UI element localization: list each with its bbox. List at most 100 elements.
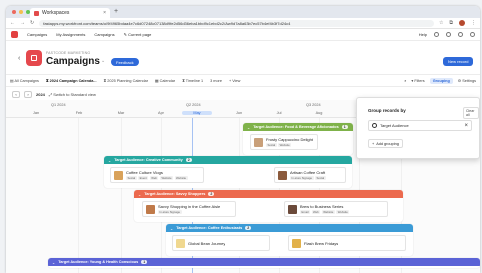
url-field[interactable]: fastapps.my.workfront.com/teams/o/9f4965…	[39, 19, 434, 27]
forward-nav-icon[interactable]: →	[20, 20, 25, 26]
channel-tag: Email	[300, 210, 310, 215]
group-label: Target Audience: Young & Health Consciou…	[58, 260, 139, 264]
group-header[interactable]: ⌄ Target Audience: Food & Beverage Afici…	[243, 123, 353, 131]
filters-button[interactable]: ▾ Filters	[411, 78, 424, 83]
record-card[interactable]: Brew to Business Series Email Web Website W…	[284, 201, 388, 217]
add-view-button[interactable]: + View	[229, 79, 240, 83]
view-tab-2024-calendar[interactable]: ⧗ 2024 Campaign Calenda...	[46, 79, 97, 83]
clear-all-button[interactable]: Clear all	[463, 107, 479, 119]
month-label: Feb	[75, 111, 83, 115]
previous-year-button[interactable]: ‹	[12, 90, 20, 98]
back-chevron-icon[interactable]: ‹	[18, 55, 20, 62]
next-year-button[interactable]: ›	[24, 90, 32, 98]
remove-grouping-icon[interactable]: ×	[464, 123, 468, 129]
collapse-chevron-icon[interactable]: ⌄	[52, 260, 55, 265]
window-controls	[12, 10, 30, 14]
collapse-chevron-icon[interactable]: ⌄	[108, 158, 111, 163]
page-title: Campaigns	[46, 56, 100, 67]
collapse-chevron-icon[interactable]: ⌄	[170, 226, 173, 231]
collapse-chevron-icon[interactable]: ⌄	[138, 192, 141, 197]
quarter-label: Q3 2024	[306, 103, 321, 107]
notifications-icon[interactable]	[446, 32, 451, 37]
group-label: Target Audience: Coffee Enthusiasts	[176, 226, 243, 230]
add-grouping-button[interactable]: + Add grouping	[368, 139, 403, 148]
switch-view-link[interactable]: ⤢ Switch to Standard view	[49, 92, 96, 97]
settings-button[interactable]: ⚙ Settings	[458, 78, 476, 83]
month-label: Aug	[315, 111, 323, 115]
nav-item-campaigns-2[interactable]: Campaigns	[94, 32, 114, 37]
nav-item-my-assignments[interactable]: My Assignments	[56, 32, 85, 37]
collapse-chevron-icon[interactable]: ⌄	[247, 125, 250, 130]
group-label: Target Audience: Food & Beverage Aficion…	[253, 125, 339, 129]
feedback-button[interactable]: Feedback	[111, 58, 139, 66]
record-card[interactable]: Frosty Cappuccino Delight Social Website	[250, 134, 318, 150]
view-tab-calendar[interactable]: ▦ Calendar	[155, 78, 175, 83]
campaign-icon	[26, 50, 42, 66]
group-header[interactable]: ⌄ Target Audience: Coffee Enthusiasts 2	[166, 224, 413, 232]
close-window-dot[interactable]	[12, 10, 16, 14]
bookmark-star-icon[interactable]: ☆	[439, 20, 443, 26]
minimize-window-dot[interactable]	[19, 10, 23, 14]
record-card[interactable]: Artisan Coffee Craft In-store Signage Soc…	[274, 167, 346, 183]
channel-tag: In-store Signage	[158, 210, 182, 215]
record-thumbnail	[288, 204, 297, 214]
user-menu-icon[interactable]	[470, 32, 475, 37]
record-card[interactable]: Savvy Shopping in the Coffee Aisle In-st…	[142, 201, 236, 217]
reload-icon[interactable]: ↻	[30, 20, 34, 26]
grouping-button[interactable]: Grouping	[429, 77, 453, 84]
month-label: Apr	[158, 111, 164, 115]
view-tab-2025-planning[interactable]: ⧗ 2025 Planning Calendar	[104, 79, 148, 83]
grouping-field-row[interactable]: Target Audience ×	[368, 120, 472, 131]
channel-tag: Web	[149, 176, 159, 181]
browser-tab[interactable]: Workspaces ×	[30, 8, 110, 18]
record-card[interactable]: Global Bean Journey	[172, 235, 270, 251]
grouping-field-label: Target Audience	[380, 123, 409, 128]
nav-item-campaigns[interactable]: Campaigns	[27, 32, 47, 37]
timeline-group[interactable]: ⌄ Target Audience: Savvy Shoppers 2 Savv…	[134, 190, 403, 222]
group-header[interactable]: ⌄ Target Audience: Savvy Shoppers 2	[134, 190, 403, 198]
view-tab-all-campaigns[interactable]: ▤ All Campaigns	[10, 78, 39, 83]
view-tab-timeline-1[interactable]: ⧗ Timeline 1	[182, 79, 203, 83]
field-type-icon	[372, 123, 377, 128]
record-thumbnail	[278, 170, 287, 180]
help-link[interactable]: Help	[419, 32, 427, 37]
new-tab-icon[interactable]: +	[114, 8, 118, 15]
add-grouping-label: Add grouping	[376, 141, 399, 146]
quarter-label: Q2 2024	[186, 103, 201, 107]
workfront-logo[interactable]	[11, 31, 18, 38]
month-label: Mar	[117, 111, 125, 115]
nav-item-current-page[interactable]: ✎ Current page	[124, 32, 152, 37]
record-card[interactable]: Flash Brew Fridays	[288, 235, 406, 251]
channel-tag: Website	[159, 176, 174, 181]
current-month-label: May	[182, 111, 212, 115]
search-views-icon[interactable]: ⌕	[404, 79, 406, 83]
timeline-group[interactable]: ⌄ Target Audience: Creative Community 2 …	[104, 156, 352, 188]
breadcrumb[interactable]: FASTCODE MARKETING	[46, 51, 90, 55]
month-label: Jun	[235, 111, 243, 115]
workfront-favicon-icon	[34, 10, 39, 16]
new-record-button[interactable]: New record	[443, 57, 474, 66]
timeline-group[interactable]: ⌄ Target Audience: Coffee Enthusiasts 2 …	[166, 224, 413, 256]
favorite-star-icon[interactable]: ⌄	[101, 58, 105, 64]
group-header[interactable]: ⌄ Target Audience: Creative Community 2	[104, 156, 352, 164]
browser-menu-icon[interactable]: ⋮	[471, 20, 476, 26]
group-header[interactable]: ⌄ Target Audience: Young & Health Consci…	[48, 258, 480, 266]
close-tab-icon[interactable]: ×	[103, 10, 106, 16]
channel-tag: Website	[174, 176, 188, 181]
browser-tab-bar: Workspaces × +	[6, 6, 480, 18]
timeline-group[interactable]: ⌄ Target Audience: Food & Beverage Afici…	[243, 123, 353, 155]
app-navigation: Campaigns My Assignments Campaigns ✎ Cur…	[6, 29, 480, 41]
record-name: Frosty Cappuccino Delight	[266, 136, 313, 142]
record-card[interactable]: Coffee Culture Vlogs Social Event Web Websi…	[110, 167, 204, 183]
profile-avatar[interactable]	[459, 20, 465, 26]
search-icon[interactable]	[434, 32, 439, 37]
record-thumbnail	[254, 137, 263, 147]
page-header: ‹ FASTCODE MARKETING Campaigns ⌄ Feedbac…	[6, 41, 480, 75]
more-views-dropdown[interactable]: 3 more	[210, 79, 222, 83]
timeline-group[interactable]: ⌄ Target Audience: Young & Health Consci…	[48, 258, 480, 268]
extensions-icon[interactable]: ⧉	[449, 20, 453, 26]
apps-grid-icon[interactable]	[458, 32, 463, 37]
channel-tag: Social	[315, 176, 326, 181]
back-nav-icon[interactable]: ←	[10, 20, 15, 26]
year-label: 2024	[36, 91, 45, 97]
